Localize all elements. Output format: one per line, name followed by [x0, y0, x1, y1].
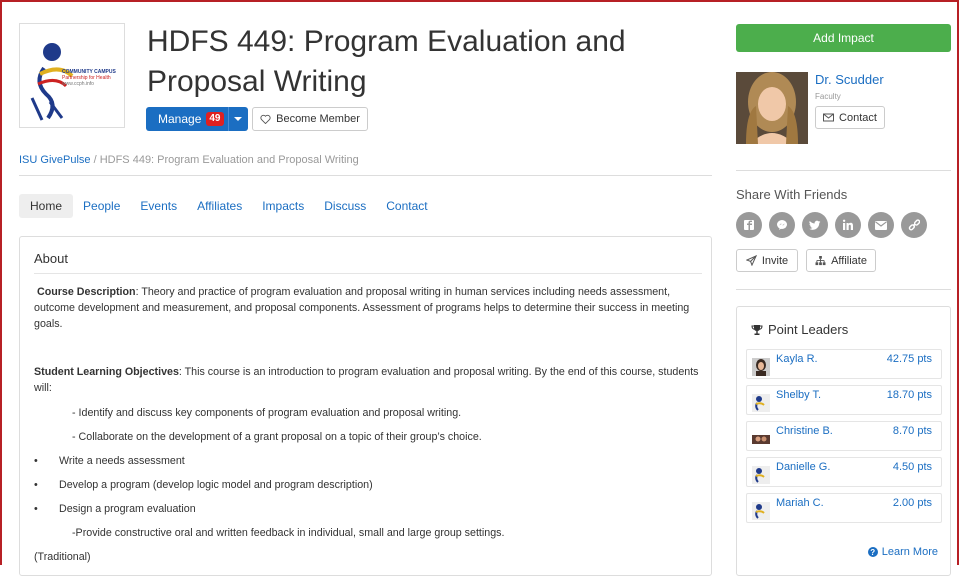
avatar: [752, 466, 770, 484]
breadcrumb-current: HDFS 449: Program Evaluation and Proposa…: [99, 154, 359, 166]
caret-down-icon[interactable]: [234, 117, 242, 121]
manage-label: Manage: [158, 112, 202, 126]
tab-discuss[interactable]: Discuss: [314, 194, 376, 218]
objective-item: - Collaborate on the development of a gr…: [72, 431, 482, 443]
envelope-icon: [823, 113, 835, 122]
invite-label: Invite: [761, 254, 789, 267]
leaders-title: Point Leaders: [751, 322, 848, 337]
objectives-label: Student Learning Objectives: [34, 366, 179, 378]
tab-people[interactable]: People: [73, 194, 130, 218]
bullet-text: Design a program evaluation: [59, 503, 196, 515]
tab-home[interactable]: Home: [19, 194, 74, 218]
divider: [736, 170, 951, 171]
affiliate-label: Affiliate: [831, 254, 867, 267]
share-icons: [736, 212, 927, 238]
avatar: [752, 394, 770, 412]
avatar: [752, 358, 770, 376]
email-icon[interactable]: [868, 212, 894, 238]
about-panel: About Course Description: Theory and pra…: [19, 236, 712, 576]
learning-objectives: Student Learning Objectives: This course…: [34, 364, 704, 396]
about-divider: [34, 273, 702, 274]
manage-divider: [228, 107, 229, 131]
facebook-icon[interactable]: [736, 212, 762, 238]
faculty-role: Faculty: [815, 92, 841, 101]
about-title: About: [34, 251, 68, 266]
leader-name[interactable]: Mariah C.: [776, 497, 824, 509]
bullet-marker: •: [34, 503, 38, 515]
link-icon[interactable]: [901, 212, 927, 238]
objective-item: -Provide constructive oral and written f…: [72, 527, 505, 539]
breadcrumb-root-link[interactable]: ISU GivePulse: [19, 154, 91, 166]
group-logo: COMMUNITY CAMPUS Partnership for Health …: [19, 23, 125, 128]
contact-button[interactable]: Contact: [815, 106, 885, 129]
leader-points: 4.50 pts: [892, 461, 932, 473]
invite-button[interactable]: Invite: [736, 249, 798, 272]
learn-more-link[interactable]: ? Learn More: [867, 546, 938, 558]
avatar: [752, 430, 770, 448]
leader-row[interactable]: Mariah C. 2.00 pts: [746, 493, 942, 523]
learn-more-label: Learn More: [881, 546, 938, 558]
manage-count-badge: 49: [206, 112, 224, 126]
trophy-icon: [751, 324, 763, 335]
leader-points: 18.70 pts: [886, 389, 932, 401]
leader-name[interactable]: Christine B.: [776, 425, 833, 437]
course-description: Course Description: Theory and practice …: [34, 284, 704, 332]
become-member-button[interactable]: Become Member: [252, 107, 368, 131]
leader-name[interactable]: Shelby T.: [776, 389, 821, 401]
bullet-marker: •: [34, 479, 38, 491]
breadcrumb-separator: /: [90, 154, 100, 166]
course-description-label: Course Description: [36, 286, 136, 298]
linkedin-icon[interactable]: [835, 212, 861, 238]
objective-item: - Identify and discuss key components of…: [72, 407, 462, 419]
affiliate-button[interactable]: Affiliate: [806, 249, 876, 272]
leader-row[interactable]: Christine B. 8.70 pts: [746, 421, 942, 451]
leader-points: 42.75 pts: [886, 353, 932, 365]
tab-impacts[interactable]: Impacts: [252, 194, 314, 218]
manage-button[interactable]: Manage 49: [146, 107, 248, 131]
add-impact-button[interactable]: Add Impact: [736, 24, 951, 52]
leaders-title-text: Point Leaders: [768, 322, 849, 337]
sitemap-icon: [815, 255, 826, 265]
contact-label: Contact: [839, 111, 877, 124]
bullet-text: Write a needs assessment: [59, 455, 185, 467]
become-member-label: Become Member: [276, 113, 360, 125]
leader-points: 2.00 pts: [892, 497, 932, 509]
tab-affiliates[interactable]: Affiliates: [187, 194, 252, 218]
bullet-marker: •: [34, 455, 38, 467]
share-title: Share With Friends: [736, 187, 848, 202]
tab-events[interactable]: Events: [130, 194, 187, 218]
breadcrumb: ISU GivePulse / HDFS 449: Program Evalua…: [19, 154, 359, 166]
point-leaders-panel: Point Leaders Kayla R. 42.75 pts Shelby …: [736, 306, 951, 576]
paper-plane-icon: [745, 255, 757, 266]
faculty-avatar[interactable]: [736, 72, 808, 144]
leader-row[interactable]: Danielle G. 4.50 pts: [746, 457, 942, 487]
nav-tabs: Home People Events Affiliates Impacts Di…: [19, 194, 438, 218]
faculty-name[interactable]: Dr. Scudder: [815, 72, 884, 87]
leader-name[interactable]: Kayla R.: [776, 353, 818, 365]
leader-row[interactable]: Kayla R. 42.75 pts: [746, 349, 942, 379]
page-title: HDFS 449: Program Evaluation and Proposa…: [147, 25, 626, 98]
tab-contact[interactable]: Contact: [376, 194, 437, 218]
course-format: (Traditional): [34, 551, 91, 563]
avatar: [752, 502, 770, 520]
leader-points: 8.70 pts: [892, 425, 932, 437]
messenger-icon[interactable]: [769, 212, 795, 238]
leader-row[interactable]: Shelby T. 18.70 pts: [746, 385, 942, 415]
divider: [736, 289, 951, 290]
heart-icon: [260, 114, 271, 124]
bullet-text: Develop a program (develop logic model a…: [59, 479, 373, 491]
leader-name[interactable]: Danielle G.: [776, 461, 830, 473]
question-circle-icon: ?: [867, 547, 878, 557]
divider: [19, 175, 712, 176]
twitter-icon[interactable]: [802, 212, 828, 238]
